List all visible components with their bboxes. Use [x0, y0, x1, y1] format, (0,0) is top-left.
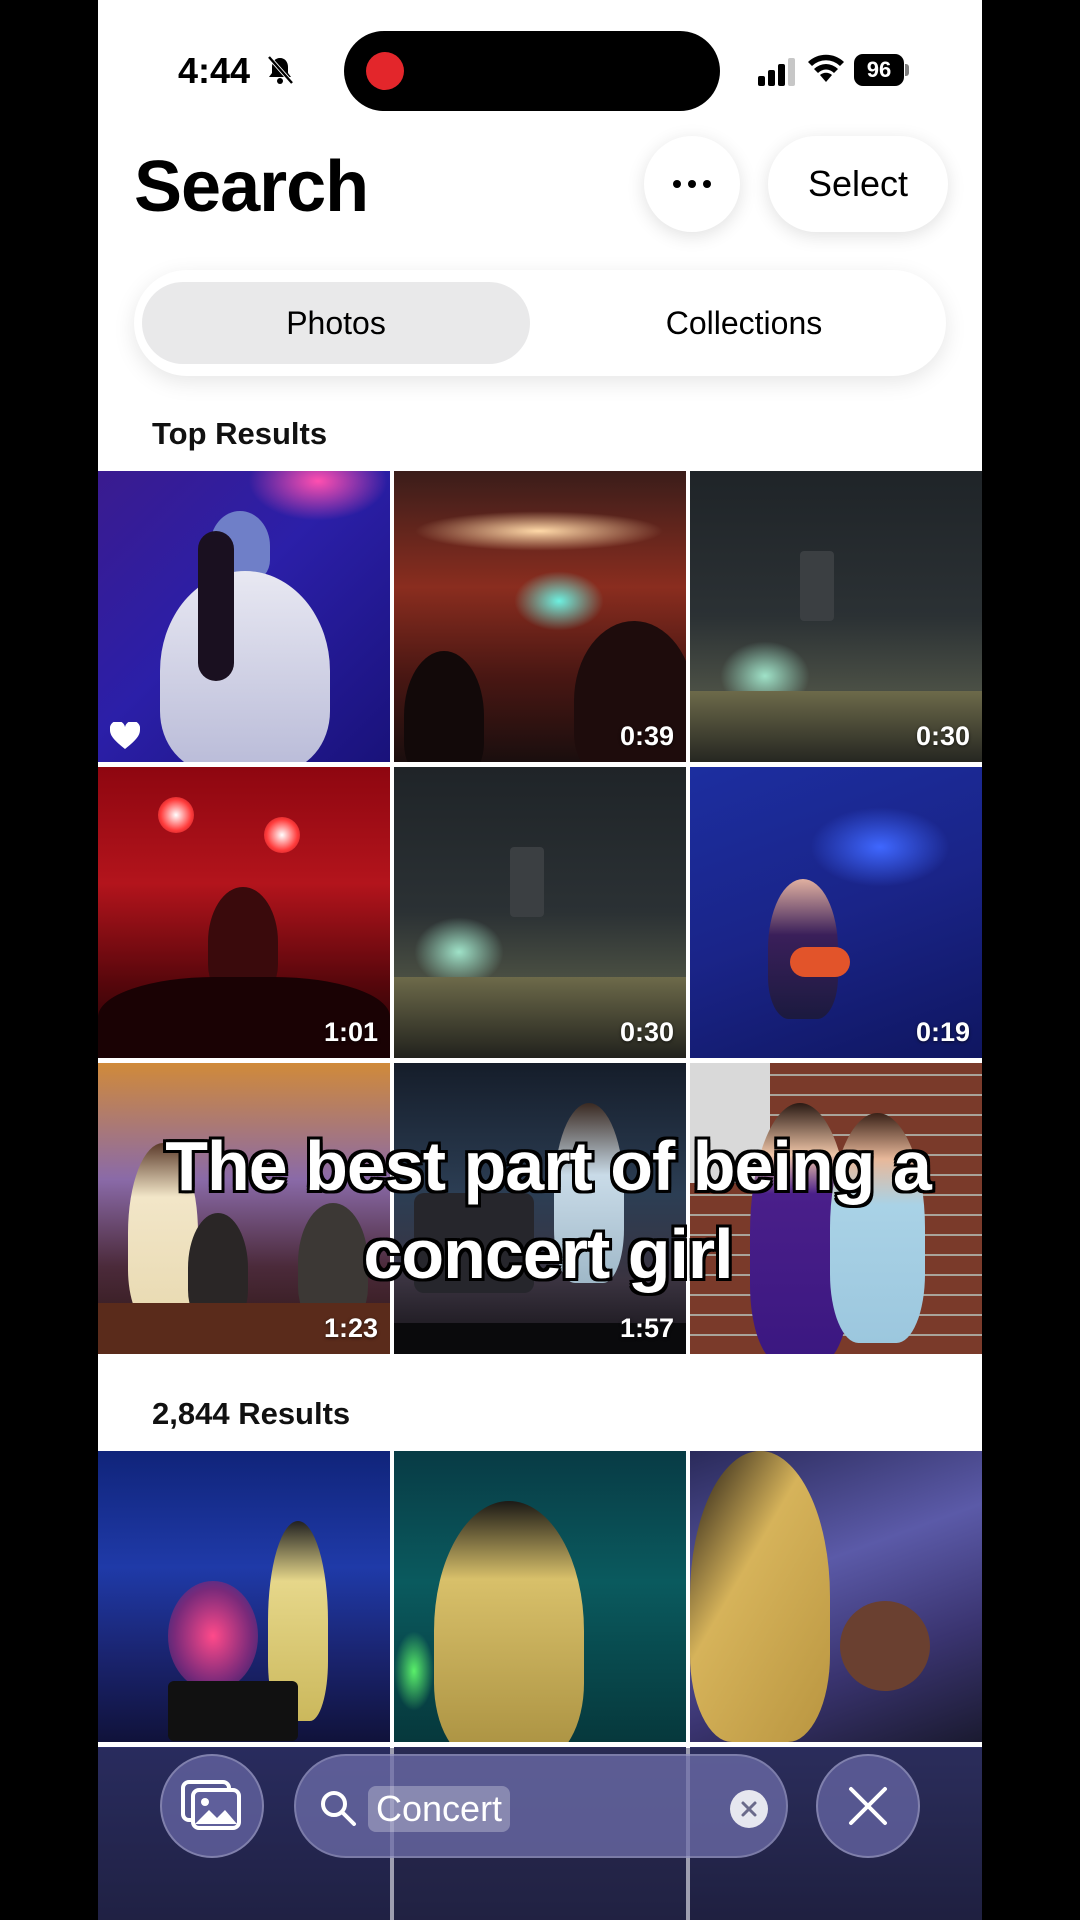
- cellular-signal-icon: [758, 58, 795, 86]
- result-tile-1[interactable]: [98, 1451, 390, 1742]
- video-duration: 0:19: [915, 1017, 970, 1047]
- results-segmented-control: Photos Collections: [134, 270, 946, 376]
- photo-tile-2[interactable]: 0:39: [394, 471, 686, 762]
- battery-indicator: 96: [854, 54, 910, 86]
- wifi-icon: [808, 54, 844, 82]
- battery-level: 96: [854, 54, 904, 86]
- tab-collections[interactable]: Collections: [550, 282, 938, 364]
- more-options-button[interactable]: [644, 136, 740, 232]
- close-icon: [849, 1787, 887, 1825]
- search-icon: [321, 1791, 356, 1826]
- video-duration: 0:39: [619, 721, 674, 751]
- silent-bell-icon: [267, 55, 294, 85]
- video-duration: 0:30: [915, 721, 970, 751]
- select-button[interactable]: Select: [768, 136, 948, 232]
- clear-icon: [741, 1801, 757, 1817]
- video-duration: 1:23: [323, 1313, 378, 1343]
- clear-search-button[interactable]: [730, 1790, 768, 1828]
- results-count-heading: 2,844 Results: [152, 1396, 351, 1431]
- video-duration: 1:57: [619, 1313, 674, 1343]
- caption-line-2: concert girl: [363, 1215, 733, 1293]
- dynamic-island[interactable]: [344, 31, 720, 111]
- tab-photos[interactable]: Photos: [142, 282, 530, 364]
- result-tile-3[interactable]: [690, 1451, 982, 1742]
- status-bar: 4:44 96: [98, 0, 982, 140]
- status-time: 4:44: [178, 50, 251, 91]
- close-search-button[interactable]: [816, 1754, 920, 1858]
- search-query-token[interactable]: Concert: [368, 1786, 511, 1832]
- photo-tile-5[interactable]: 0:30: [394, 767, 686, 1058]
- search-input[interactable]: Concert: [294, 1754, 788, 1858]
- result-tile-2[interactable]: [394, 1451, 686, 1742]
- video-caption: The best part of being a concert girl: [158, 1122, 938, 1298]
- top-results-heading: Top Results: [152, 416, 328, 451]
- photo-tile-1[interactable]: [98, 471, 390, 762]
- photo-library-button[interactable]: [160, 1754, 264, 1858]
- recording-indicator-icon: [366, 52, 404, 90]
- favorite-heart-icon: [110, 722, 140, 749]
- photos-search-screen: 4:44 96 Search Select Photos Collections…: [98, 0, 982, 1920]
- caption-line-1: The best part of being a: [165, 1127, 932, 1205]
- ellipsis-icon: [673, 180, 681, 188]
- page-title: Search: [134, 147, 369, 227]
- video-duration: 0:30: [619, 1017, 674, 1047]
- video-duration: 1:01: [323, 1017, 378, 1047]
- photo-tile-4[interactable]: 1:01: [98, 767, 390, 1058]
- battery-tip: [905, 64, 909, 76]
- photo-tile-3[interactable]: 0:30: [690, 471, 982, 762]
- photo-tile-6[interactable]: 0:19: [690, 767, 982, 1058]
- photo-library-icon: [181, 1780, 241, 1830]
